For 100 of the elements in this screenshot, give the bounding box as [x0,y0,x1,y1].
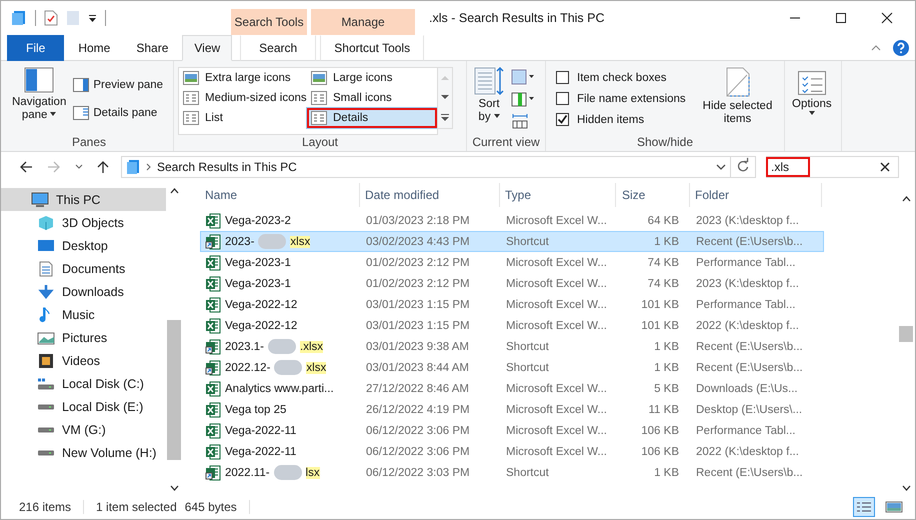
sidebar-item[interactable]: Videos [1,349,166,372]
file-row[interactable]: 2022.12- xlsx 03/01/2023 8:44 AM Shortcut 1 KB Recent (E:\Users\b... [200,357,824,378]
spreadsheet-icon [205,402,221,418]
drive-icon [38,426,54,432]
file-row[interactable]: 2022.11- lsx 06/12/2022 3:03 PM Shortcut 1 KB Recent (E:\Users\b... [200,462,824,483]
scroll-up-icon[interactable] [170,188,178,194]
column-header[interactable]: Type [500,183,616,207]
file-row[interactable]: Analytics www.parti... 27/12/2022 8:46 AM Microsoft Excel W... 5 KB Downloads (E:\Us... [200,378,824,399]
checkbox[interactable]: File name extensions [556,90,686,107]
recent-locations-icon[interactable] [75,164,83,170]
add-columns-icon[interactable] [511,91,535,107]
file-name: Vega-2022-12 [225,298,298,310]
table-cell-text: Desktop (E:\Users\... [695,404,804,416]
file-row[interactable]: Vega-2023-1 01/02/2023 2:12 PM Microsoft Excel W... 74 KB 2023 (K:\desktop f... [200,273,824,294]
column-header[interactable]: Date modified [360,183,500,207]
redaction-blur [268,339,296,354]
checkbox-box[interactable] [556,113,569,126]
group-label: Current view [471,135,541,151]
file-row[interactable]: Vega-2023-1 01/02/2023 2:12 PM Microsoft Excel W... 74 KB Performance Tabl... [200,252,824,273]
sidebar-item[interactable]: Local Disk (C:) [1,372,166,395]
file-name: 2023- [225,236,254,248]
file-row[interactable]: Vega top 25 26/12/2022 4:19 PM Microsoft Excel W... 11 KB Desktop (E:\Users\... [200,399,824,420]
search-field[interactable]: .xls [766,156,899,178]
maximize-icon[interactable] [835,12,847,24]
ribbon-tab[interactable]: Home [66,35,122,61]
sidebar-item[interactable]: VM (G:) [1,418,166,441]
checkbox-box[interactable] [556,71,569,84]
up-icon[interactable] [97,160,109,174]
sidebar-item[interactable]: Local Disk (E:) [1,395,166,418]
file-extension: xlsx [306,362,326,374]
checkbox[interactable]: Item check boxes [556,69,686,86]
sidebar-item[interactable]: Documents [1,257,166,280]
file-row[interactable]: Vega-2023-2 01/03/2023 2:18 PM Microsoft Excel W... 64 KB 2023 (K:\desktop f... [200,210,824,231]
table-cell-text: Microsoft Excel W... [505,320,608,332]
column-header[interactable]: Size [616,183,690,207]
address-bar[interactable]: Search Results in This PC [121,156,731,178]
preview-pane-button[interactable]: Preview pane [73,75,164,95]
clear-search-icon[interactable] [880,162,890,172]
file-row[interactable]: Vega-2022-11 06/12/2022 3:06 PM Microsoft Excel W... 106 KB 2022 (K:\desktop f... [200,441,824,462]
column-header[interactable]: Folder [690,183,822,207]
sidebar-item[interactable]: Pictures [1,326,166,349]
close-icon[interactable] [881,12,893,24]
file-tab[interactable]: File [7,35,64,61]
sidebar-item[interactable]: Downloads [1,280,166,303]
sidebar-item[interactable]: This PC [1,188,166,211]
column-header[interactable]: Name [200,183,360,207]
checkbox[interactable]: Hidden items [556,111,686,128]
hide-selected-items-button[interactable]: Hide selected items [700,65,776,135]
file-row[interactable]: Vega-2022-11 06/12/2022 3:06 PM Microsoft Excel W... 106 KB Performance Tabl... [200,420,824,441]
scroll-down-icon[interactable] [170,485,178,491]
grid-icon [183,91,199,105]
table-cell-text: 74 KB [646,256,680,268]
details-view-button[interactable] [853,497,875,517]
landscape-icon [311,71,327,85]
sidebar-item[interactable]: 3D Objects [1,211,166,234]
chevron-icon[interactable] [146,163,151,171]
spreadsheet-icon [205,380,221,396]
scroll-down-icon[interactable] [902,485,910,491]
selection-size: 645 bytes [184,500,237,514]
refresh-icon[interactable] [731,156,756,178]
dropdown-icon[interactable] [716,164,726,170]
file-row[interactable]: 2023- xlsx 03/02/2023 4:43 PM Shortcut 1 KB Recent (E:\Users\b... [200,231,824,252]
sort-by-button[interactable]: Sort by [471,65,507,135]
scroll-down-icon[interactable] [441,94,449,100]
layout-option[interactable]: Small icons [307,88,437,108]
expand-gallery-icon[interactable] [441,114,449,122]
checkbox-box[interactable] [556,92,569,105]
options-button[interactable]: Options [789,65,835,135]
help-icon[interactable] [893,40,909,56]
navigation-pane-button[interactable]: Navigation pane [9,65,70,135]
table-cell-text: 1 KB [653,236,680,248]
file-name: Analytics www.parti... [225,382,334,394]
table-cell-text: Shortcut [505,236,550,248]
properties-icon[interactable] [44,10,58,26]
layout-option[interactable]: Large icons [307,68,437,88]
scrollbar-thumb[interactable] [899,326,913,342]
group-label: Layout [300,135,340,151]
file-extension: lsx [306,466,320,478]
sidebar-item[interactable]: Music [1,303,166,326]
table-cell-text: 1 KB [653,340,680,352]
file-row[interactable]: Vega-2022-12 03/01/2023 1:15 PM Microsoft Excel W... 101 KB Performance Tabl... [200,294,824,315]
table-cell-text: Microsoft Excel W... [505,214,608,226]
ribbon-tab[interactable]: Share [124,35,180,61]
group-by-icon[interactable] [511,69,535,85]
scroll-up-icon[interactable] [902,196,910,202]
sidebar-item[interactable]: New Volume (H:) [1,441,166,464]
back-icon[interactable] [19,161,33,173]
collapse-ribbon-icon[interactable] [871,44,881,50]
file-row[interactable]: Vega-2022-12 03/01/2023 1:15 PM Microsoft Excel W... 101 KB 2022 (K:\desktop f... [200,315,824,336]
details-pane-button[interactable]: Details pane [73,103,164,123]
ribbon-tab[interactable]: View [182,35,232,61]
layout-option[interactable]: Extra large icons [179,68,307,88]
layout-option[interactable]: Details [307,108,437,128]
file-row[interactable]: 2023.1- .xlsx 03/01/2023 9:38 AM Shortcut 1 KB Recent (E:\Users\b... [200,336,824,357]
sidebar-item[interactable]: Desktop [1,234,166,257]
scrollbar-thumb[interactable] [167,320,181,460]
dropdown-icon[interactable] [88,14,97,22]
layout-option[interactable]: List [179,108,307,128]
layout-option[interactable]: Medium-sized icons [179,88,307,108]
table-cell-text: 2022 (K:\desktop f... [695,446,800,458]
